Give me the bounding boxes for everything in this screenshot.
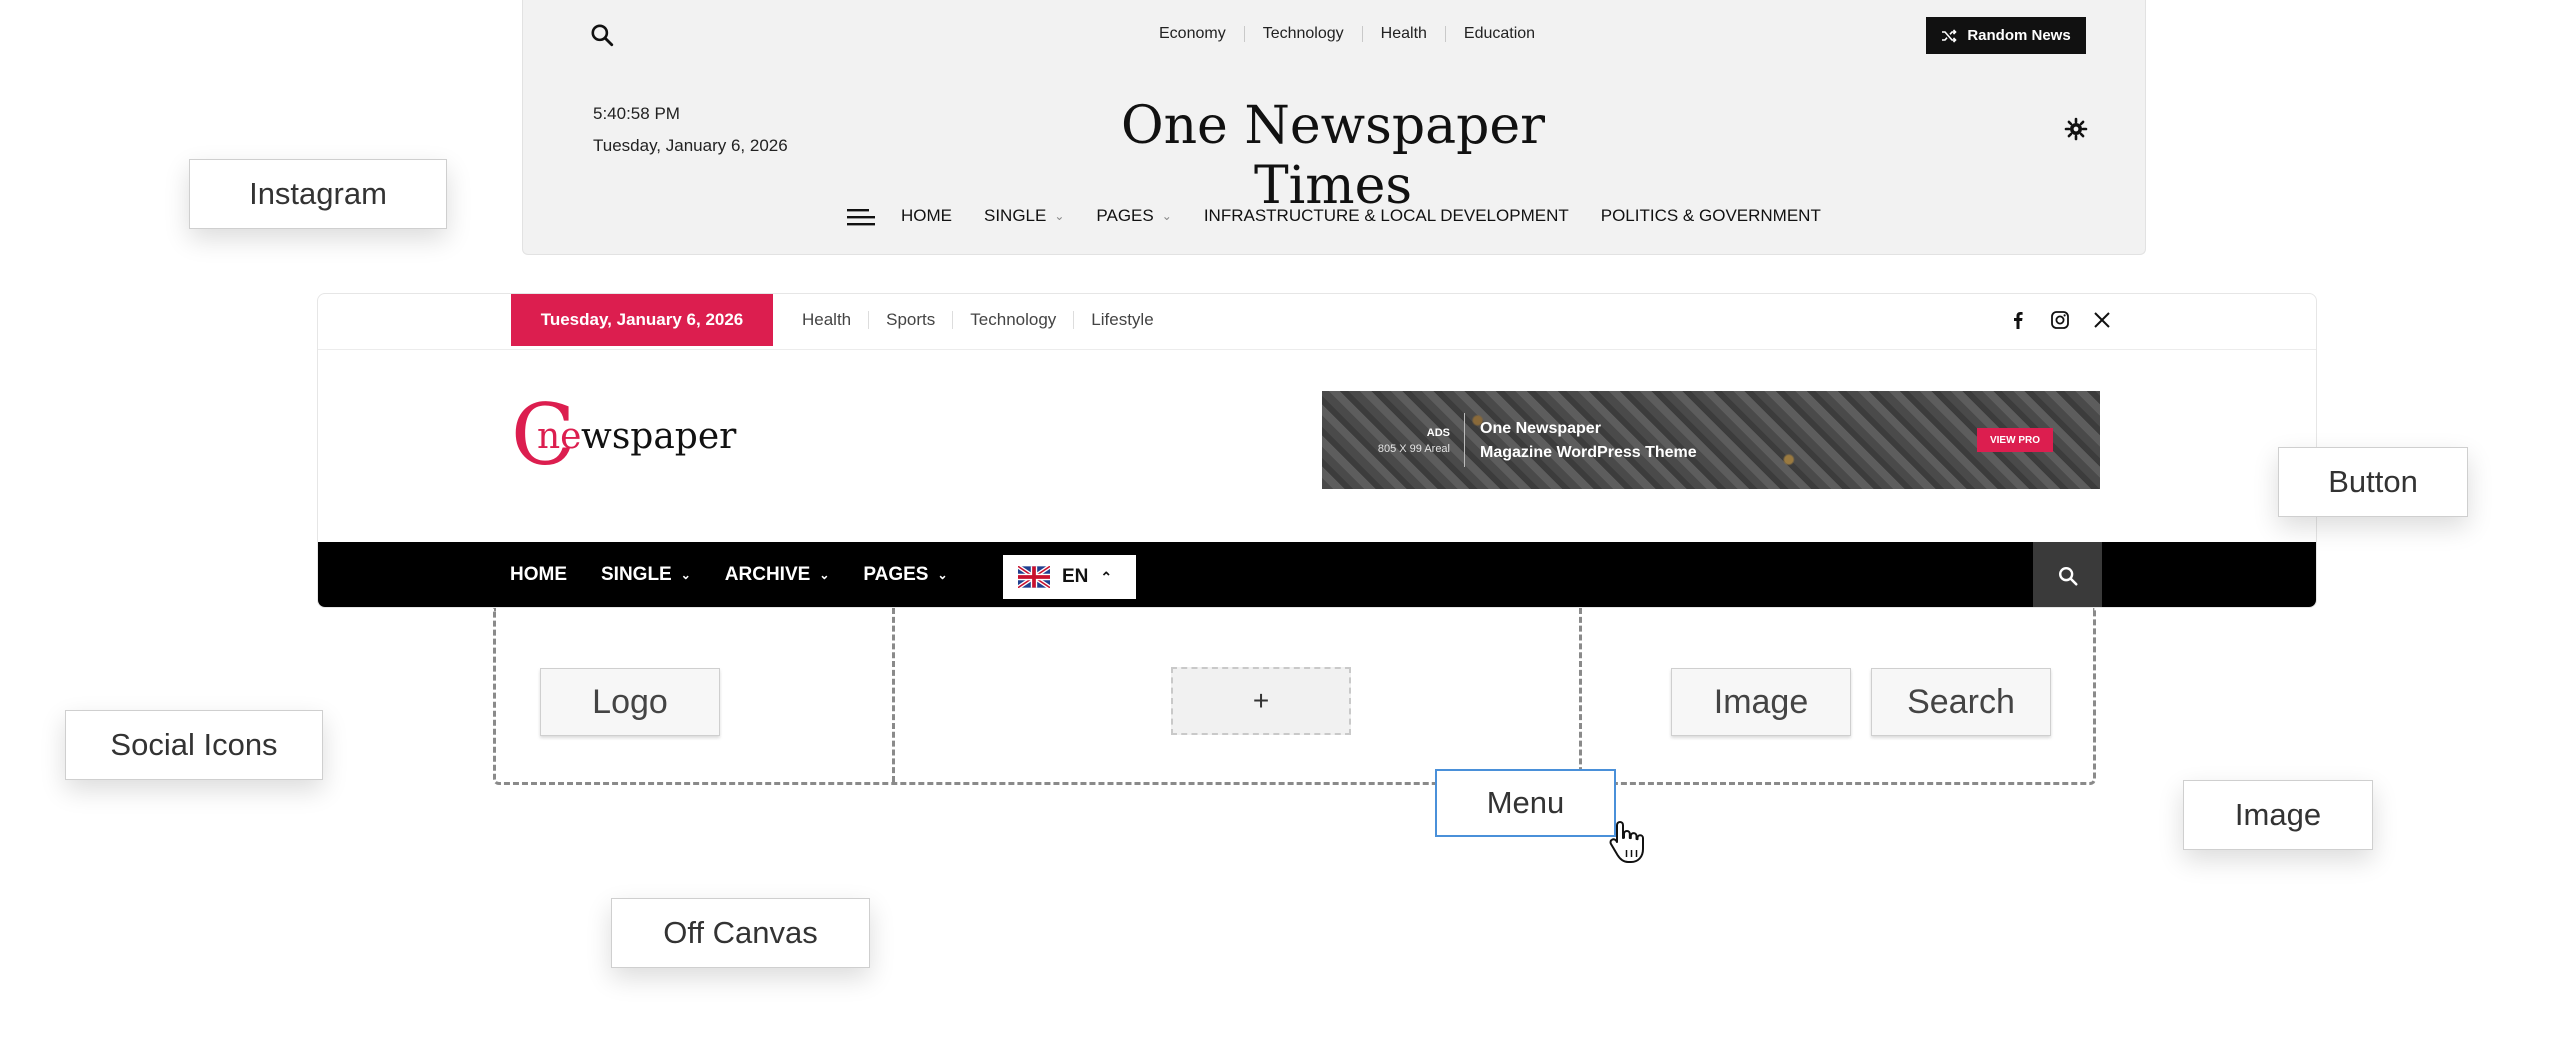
header-builder-row: Logo + Image Search: [493, 608, 2096, 785]
nav-item-single[interactable]: SINGLE ⌄: [601, 564, 691, 586]
current-date: Tuesday, January 6, 2026: [593, 136, 788, 155]
floating-label-menu[interactable]: Menu: [1435, 769, 1616, 837]
nav-item-archive[interactable]: ARCHIVE ⌄: [725, 564, 830, 586]
nav-item-infrastructure[interactable]: INFRASTRUCTURE & LOCAL DEVELOPMENT: [1204, 206, 1569, 226]
random-news-label: Random News: [1967, 27, 2071, 44]
chevron-down-icon: ⌄: [1054, 209, 1065, 223]
floating-label-button[interactable]: Button: [2278, 447, 2468, 517]
add-element-button[interactable]: +: [1171, 667, 1351, 735]
category-links: Health Sports Technology Lifestyle: [802, 311, 1171, 329]
nav-label: INFRASTRUCTURE & LOCAL DEVELOPMENT: [1203, 206, 1569, 225]
x-icon[interactable]: [2092, 310, 2112, 330]
site-title[interactable]: One Newspaper Times: [1083, 96, 1583, 216]
top-link[interactable]: Economy: [1159, 26, 1245, 42]
main-nav-classic: HOME SINGLE ⌄ PAGES ⌄ INFRASTRUCTURE & LOC…: [901, 206, 1853, 226]
nav-item-pages[interactable]: PAGES ⌄: [863, 564, 947, 586]
random-news-button[interactable]: Random News: [1926, 17, 2086, 54]
site-logo[interactable]: C ne wspaper: [511, 396, 751, 476]
column-divider: [892, 608, 895, 782]
clock-time: 5:40:58 PM: [593, 104, 680, 123]
builder-chip-logo[interactable]: Logo: [540, 668, 720, 736]
nav-item-single[interactable]: SINGLE ⌄: [984, 206, 1064, 226]
main-nav-bar: HOME SINGLE ⌄ ARCHIVE ⌄ PAGES ⌄ EN ⌃: [318, 542, 2316, 607]
nav-label: POLITICS & GOVERNMENT: [1600, 206, 1821, 225]
nav-item-home[interactable]: HOME: [510, 564, 567, 586]
ad-size-label: ADS 805 X 99 Areal: [1322, 425, 1450, 457]
view-pro-button[interactable]: VIEW PRO: [1977, 428, 2053, 452]
chevron-down-icon: ⌄: [1161, 209, 1172, 223]
nav-search-button[interactable]: [2033, 542, 2102, 607]
top-links: Economy Technology Health Education: [1159, 26, 1553, 42]
nav-item-home[interactable]: HOME: [901, 206, 952, 226]
header-preview-newspaper: Tuesday, January 6, 2026 Health Sports T…: [317, 293, 2317, 608]
floating-label-social-icons[interactable]: Social Icons: [65, 710, 323, 780]
nav-item-politics[interactable]: POLITICS & GOVERNMENT: [1601, 206, 1821, 226]
builder-chip-search[interactable]: Search: [1871, 668, 2051, 736]
nav-item-pages[interactable]: PAGES ⌄: [1096, 206, 1171, 226]
social-icons: [2008, 310, 2112, 330]
top-bar: Tuesday, January 6, 2026 Health Sports T…: [318, 294, 2316, 350]
nav-label: SINGLE: [984, 206, 1047, 225]
dark-mode-toggle-icon[interactable]: [2064, 117, 2088, 141]
column-divider: [1579, 608, 1582, 782]
top-link[interactable]: Health: [1363, 26, 1446, 42]
nav-label: HOME: [510, 564, 567, 585]
nav-label: PAGES: [863, 564, 929, 585]
builder-chip-image[interactable]: Image: [1671, 668, 1851, 736]
ad-text: One Newspaper Magazine WordPress Theme: [1480, 417, 1697, 465]
floating-label-instagram[interactable]: Instagram: [189, 159, 447, 229]
category-link[interactable]: Technology: [953, 311, 1075, 329]
language-switcher[interactable]: EN ⌃: [1003, 555, 1136, 599]
logo-text: wspaper: [581, 416, 737, 457]
logo-mark: ne: [537, 416, 582, 457]
language-label: EN: [1062, 566, 1089, 587]
top-link[interactable]: Technology: [1245, 26, 1363, 42]
nav-label: ARCHIVE: [724, 564, 811, 585]
ad-divider: [1464, 413, 1465, 467]
ad-banner[interactable]: ADS 805 X 99 Areal One Newspaper Magazin…: [1322, 391, 2100, 489]
hamburger-menu-icon[interactable]: [847, 207, 875, 227]
date-badge: Tuesday, January 6, 2026: [511, 294, 773, 346]
search-icon: [2058, 566, 2078, 586]
chevron-down-icon: ⌄: [680, 568, 691, 582]
floating-label-image[interactable]: Image: [2183, 780, 2373, 850]
top-link[interactable]: Education: [1446, 26, 1553, 42]
facebook-icon[interactable]: [2008, 310, 2028, 330]
category-link[interactable]: Lifestyle: [1074, 311, 1170, 329]
header-preview-classic: Economy Technology Health Education Rand…: [522, 0, 2146, 255]
chevron-down-icon: ⌄: [819, 568, 830, 582]
ad-line: Magazine WordPress Theme: [1480, 444, 1697, 461]
hand-cursor-icon: [1609, 821, 1644, 863]
search-icon[interactable]: [589, 22, 615, 48]
chevron-up-icon: ⌃: [1100, 568, 1113, 585]
category-link[interactable]: Sports: [869, 311, 954, 329]
ad-label-line: 805 X 99 Areal: [1377, 443, 1450, 455]
nav-label: HOME: [901, 206, 952, 225]
floating-label-off-canvas[interactable]: Off Canvas: [611, 898, 870, 968]
main-nav: HOME SINGLE ⌄ ARCHIVE ⌄ PAGES ⌄: [510, 564, 982, 586]
ad-line: One Newspaper: [1480, 420, 1601, 437]
nav-label: SINGLE: [601, 564, 672, 585]
chevron-down-icon: ⌄: [937, 568, 948, 582]
category-link[interactable]: Health: [802, 311, 870, 329]
uk-flag-icon: [1018, 566, 1050, 588]
shuffle-icon: [1942, 28, 1957, 43]
nav-label: PAGES: [1096, 206, 1154, 225]
ad-label-line: ADS: [1426, 427, 1450, 439]
instagram-icon[interactable]: [2050, 310, 2070, 330]
